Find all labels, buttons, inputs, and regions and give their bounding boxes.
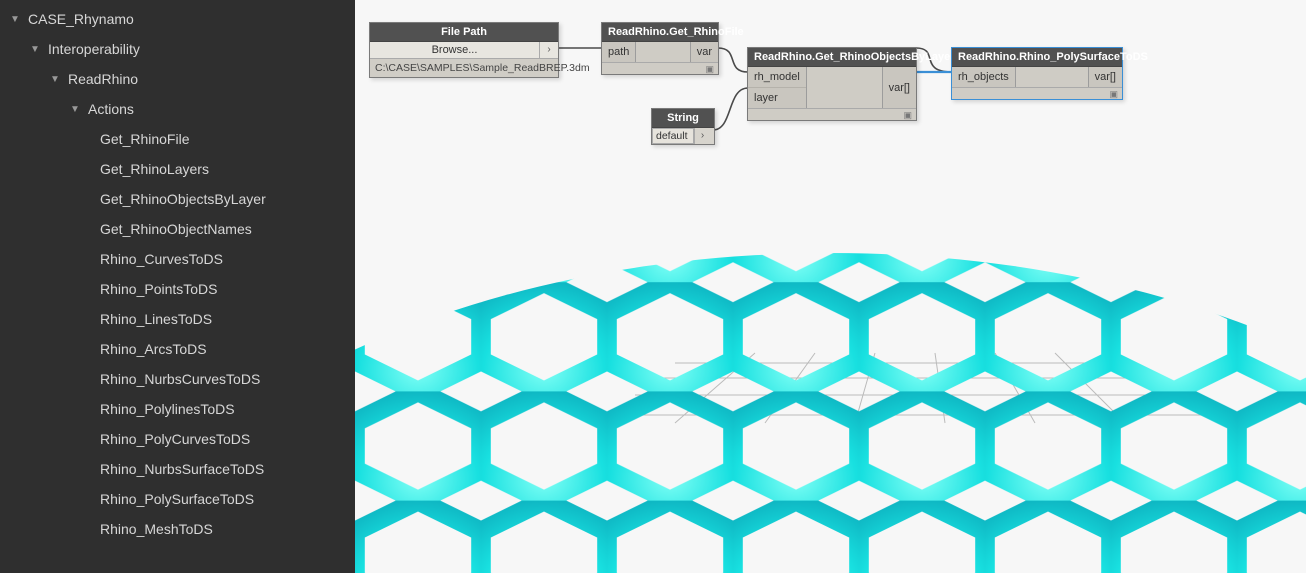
input-port-layer[interactable]: layer (748, 87, 806, 108)
graph-canvas[interactable]: File Path Browse... › C:\CASE\SAMPLES\Sa… (355, 0, 1306, 573)
tree-group-actions[interactable]: ▼ Actions (0, 94, 355, 124)
tree-root[interactable]: ▼ CASE_Rhynamo (0, 4, 355, 34)
tree-action-item[interactable]: Rhino_NurbsSurfaceToDS (0, 454, 355, 484)
chevron-up-icon[interactable]: ▣ (1109, 89, 1118, 100)
tree-action-item[interactable]: Rhino_PolySurfaceToDS (0, 484, 355, 514)
tree-label: Get_RhinoFile (100, 131, 190, 147)
tree-label: Rhino_LinesToDS (100, 311, 212, 327)
tree-label: Interoperability (48, 41, 140, 57)
node-title: String (652, 109, 714, 128)
tree-label: Rhino_PolySurfaceToDS (100, 491, 254, 507)
chevron-down-icon: ▼ (8, 14, 22, 25)
node-get-objects-by-layer[interactable]: ReadRhino.Get_RhinoObjectsByLayer rh_mod… (747, 47, 917, 121)
chevron-down-icon: ▼ (68, 104, 82, 115)
tree-label: Rhino_PointsToDS (100, 281, 218, 297)
tree-label: Rhino_NurbsSurfaceToDS (100, 461, 264, 477)
tree-label: Rhino_CurvesToDS (100, 251, 223, 267)
tree-action-item[interactable]: Get_RhinoLayers (0, 154, 355, 184)
tree-action-item[interactable]: Rhino_PolyCurvesToDS (0, 424, 355, 454)
tree-label: Rhino_ArcsToDS (100, 341, 207, 357)
node-get-rhinofile[interactable]: ReadRhino.Get_RhinoFile path var ▣ (601, 22, 719, 75)
chevron-down-icon: ▼ (28, 44, 42, 55)
tree-action-item[interactable]: Rhino_ArcsToDS (0, 334, 355, 364)
output-port-var[interactable]: var (690, 42, 718, 62)
tree-label: Rhino_PolyCurvesToDS (100, 431, 250, 447)
tree-label: Rhino_PolylinesToDS (100, 401, 235, 417)
input-port-rhmodel[interactable]: rh_model (748, 67, 806, 87)
node-string[interactable]: String › (651, 108, 715, 145)
chevron-up-icon[interactable]: ▣ (705, 64, 714, 75)
chevron-up-icon[interactable]: ▣ (903, 110, 912, 121)
chevron-right-icon[interactable]: › (540, 42, 558, 58)
tree-label: Get_RhinoObjectNames (100, 221, 252, 237)
chevron-down-icon: ▼ (48, 74, 62, 85)
output-port-var-array[interactable]: var[] (1088, 67, 1122, 87)
tree-label: Rhino_MeshToDS (100, 521, 213, 537)
node-title: ReadRhino.Rhino_PolySurfaceToDS (952, 48, 1122, 67)
output-port-var-array[interactable]: var[] (882, 67, 916, 108)
tree-action-item[interactable]: Rhino_NurbsCurvesToDS (0, 364, 355, 394)
tree-label: CASE_Rhynamo (28, 11, 134, 27)
tree-label: Get_RhinoLayers (100, 161, 209, 177)
tree-action-item[interactable]: Rhino_MeshToDS (0, 514, 355, 544)
file-path-value: C:\CASE\SAMPLES\Sample_ReadBREP.3dm (370, 59, 558, 77)
input-port-rhobjects[interactable]: rh_objects (952, 67, 1016, 87)
chevron-right-icon[interactable]: › (694, 128, 710, 144)
string-input[interactable] (652, 128, 694, 144)
browse-button[interactable]: Browse... (370, 42, 540, 58)
library-sidebar[interactable]: ▼ CASE_Rhynamo ▼ Interoperability ▼ Read… (0, 0, 355, 573)
tree-action-item[interactable]: Rhino_CurvesToDS (0, 244, 355, 274)
tree-action-item[interactable]: Rhino_PointsToDS (0, 274, 355, 304)
node-polysurface-to-ds[interactable]: ReadRhino.Rhino_PolySurfaceToDS rh_objec… (951, 47, 1123, 100)
preview-geometry (355, 173, 1306, 573)
tree-action-item[interactable]: Get_RhinoObjectsByLayer (0, 184, 355, 214)
tree-label: Actions (88, 101, 134, 117)
tree-action-item[interactable]: Rhino_LinesToDS (0, 304, 355, 334)
node-title: File Path (370, 23, 558, 42)
tree-action-item[interactable]: Get_RhinoFile (0, 124, 355, 154)
tree-action-item[interactable]: Get_RhinoObjectNames (0, 214, 355, 244)
input-port-path[interactable]: path (602, 42, 636, 62)
node-title: ReadRhino.Get_RhinoFile (602, 23, 718, 42)
tree-label: Get_RhinoObjectsByLayer (100, 191, 266, 207)
node-file-path[interactable]: File Path Browse... › C:\CASE\SAMPLES\Sa… (369, 22, 559, 78)
tree-label: ReadRhino (68, 71, 138, 87)
node-title: ReadRhino.Get_RhinoObjectsByLayer (748, 48, 916, 67)
tree-action-item[interactable]: Rhino_PolylinesToDS (0, 394, 355, 424)
tree-group-interop[interactable]: ▼ Interoperability (0, 34, 355, 64)
tree-group-readrhino[interactable]: ▼ ReadRhino (0, 64, 355, 94)
tree-label: Rhino_NurbsCurvesToDS (100, 371, 260, 387)
